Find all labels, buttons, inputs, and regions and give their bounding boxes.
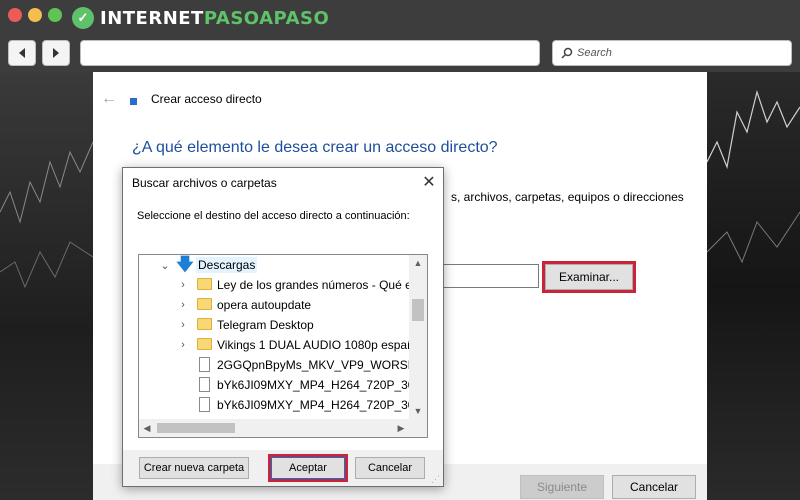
chevron-right-icon[interactable]: › [177,338,189,352]
tree-item-label: bYk6JI09MXY_MP4_H264_720P_30FP [217,398,409,412]
tree-item-label: Descargas [196,257,258,273]
wizard-back-button[interactable]: ← [101,90,117,108]
brand-prefix: INTERNET [100,7,204,29]
close-icon[interactable]: ✕ [419,172,439,192]
dialog-titlebar: Buscar archivos o carpetas ✕ [123,168,443,198]
tree-item-file[interactable]: 2GGQpnBpyMs_MKV_VP9_WORSE_P [139,355,409,375]
scroll-left-icon[interactable]: ◀ [139,419,155,437]
file-icon [199,377,210,392]
new-folder-button[interactable]: Crear nueva carpeta [139,457,249,479]
folder-tree-list: ⌄ 🡇 Descargas › Ley de los grandes númer… [139,255,409,419]
download-folder-icon: 🡇 [176,255,194,274]
next-button[interactable]: Siguiente [520,475,604,499]
tree-item-folder[interactable]: › Telegram Desktop [139,315,409,335]
chevron-right-icon[interactable]: › [177,318,189,332]
search-icon [561,47,573,59]
folder-icon [197,278,212,290]
minimize-window-button[interactable] [28,8,42,22]
dialog-prompt: Seleccione el destino del acceso directo… [137,210,410,222]
tree-item-file[interactable]: bYk6JI09MXY_MP4_H264_720P_30FP [139,375,409,395]
chevron-right-icon[interactable]: › [177,298,189,312]
wizard-title: Crear acceso directo [151,92,262,106]
tree-item-folder[interactable]: › Ley de los grandes números - Qué es [139,275,409,295]
vertical-scrollbar[interactable]: ▲ ▼ [409,255,427,419]
brand-logo: ✓ INTERNETPASOAPASO [72,6,329,30]
folder-icon [197,338,212,350]
tree-item-label: 2GGQpnBpyMs_MKV_VP9_WORSE_P [217,358,409,372]
search-placeholder: Search [577,47,612,59]
shortcut-icon [130,98,137,105]
horizontal-scroll-thumb[interactable] [157,423,235,433]
stock-chart-decoration [707,89,800,264]
brand-icon: ✓ [72,7,94,29]
close-window-button[interactable] [8,8,22,22]
chevron-right-icon[interactable]: › [177,278,189,292]
stock-chart-decoration [0,141,93,289]
tree-item-label: Vikings 1 DUAL AUDIO 1080p españo [217,338,409,352]
wizard-description: s, archivos, carpetas, equipos o direcci… [451,190,684,204]
resize-grip-icon[interactable]: ⋰ [431,474,440,485]
chevron-down-icon[interactable]: ⌄ [159,258,171,272]
scrollbar-corner [409,419,427,437]
maximize-window-button[interactable] [48,8,62,22]
wizard-heading: ¿A qué elemento le desea crear un acceso… [132,139,498,156]
scroll-up-icon[interactable]: ▲ [409,255,427,271]
browse-button[interactable]: Examinar... [542,261,636,293]
accept-button[interactable]: Aceptar [268,454,348,482]
search-input[interactable]: Search [552,40,792,66]
tree-item-folder[interactable]: › opera autoupdate [139,295,409,315]
address-bar[interactable] [80,40,540,66]
brand-suffix: PASOAPASO [203,7,330,29]
wizard-cancel-button[interactable]: Cancelar [612,475,696,499]
dialog-title: Buscar archivos o carpetas [132,176,277,190]
dialog-cancel-button[interactable]: Cancelar [355,457,425,479]
vertical-scroll-thumb[interactable] [412,299,424,321]
tree-item-label: opera autoupdate [217,298,312,312]
folder-tree[interactable]: ⌄ 🡇 Descargas › Ley de los grandes númer… [138,254,428,438]
file-icon [199,397,210,412]
background-image-left [0,72,93,500]
folder-icon [197,298,212,310]
folder-icon [197,318,212,330]
tree-item-folder[interactable]: › Vikings 1 DUAL AUDIO 1080p españo [139,335,409,355]
scroll-right-icon[interactable]: ▶ [393,419,409,437]
brand-text: INTERNETPASOAPASO [100,8,329,29]
tree-item-file[interactable]: bYk6JI09MXY_MP4_H264_720P_30FP [139,395,409,415]
tree-item-label: Ley de los grandes números - Qué es [217,278,409,292]
horizontal-scrollbar[interactable]: ◀ ▶ [139,419,409,437]
background-image-right [707,72,800,500]
back-button[interactable] [8,40,36,66]
forward-button[interactable] [42,40,70,66]
tree-item-label: bYk6JI09MXY_MP4_H264_720P_30FP [217,378,409,392]
dialog-body: Seleccione el destino del acceso directo… [123,198,443,486]
tree-item-label: Telegram Desktop [217,318,314,332]
forward-arrow-icon [53,48,59,58]
scroll-down-icon[interactable]: ▼ [409,403,427,419]
browse-dialog: Buscar archivos o carpetas ✕ Seleccione … [122,167,444,487]
back-arrow-icon [19,48,25,58]
browser-navbar: Search [0,36,800,72]
browser-titlebar: ✓ INTERNETPASOAPASO [0,0,800,36]
tree-item-descargas[interactable]: ⌄ 🡇 Descargas [139,255,409,275]
file-icon [199,357,210,372]
